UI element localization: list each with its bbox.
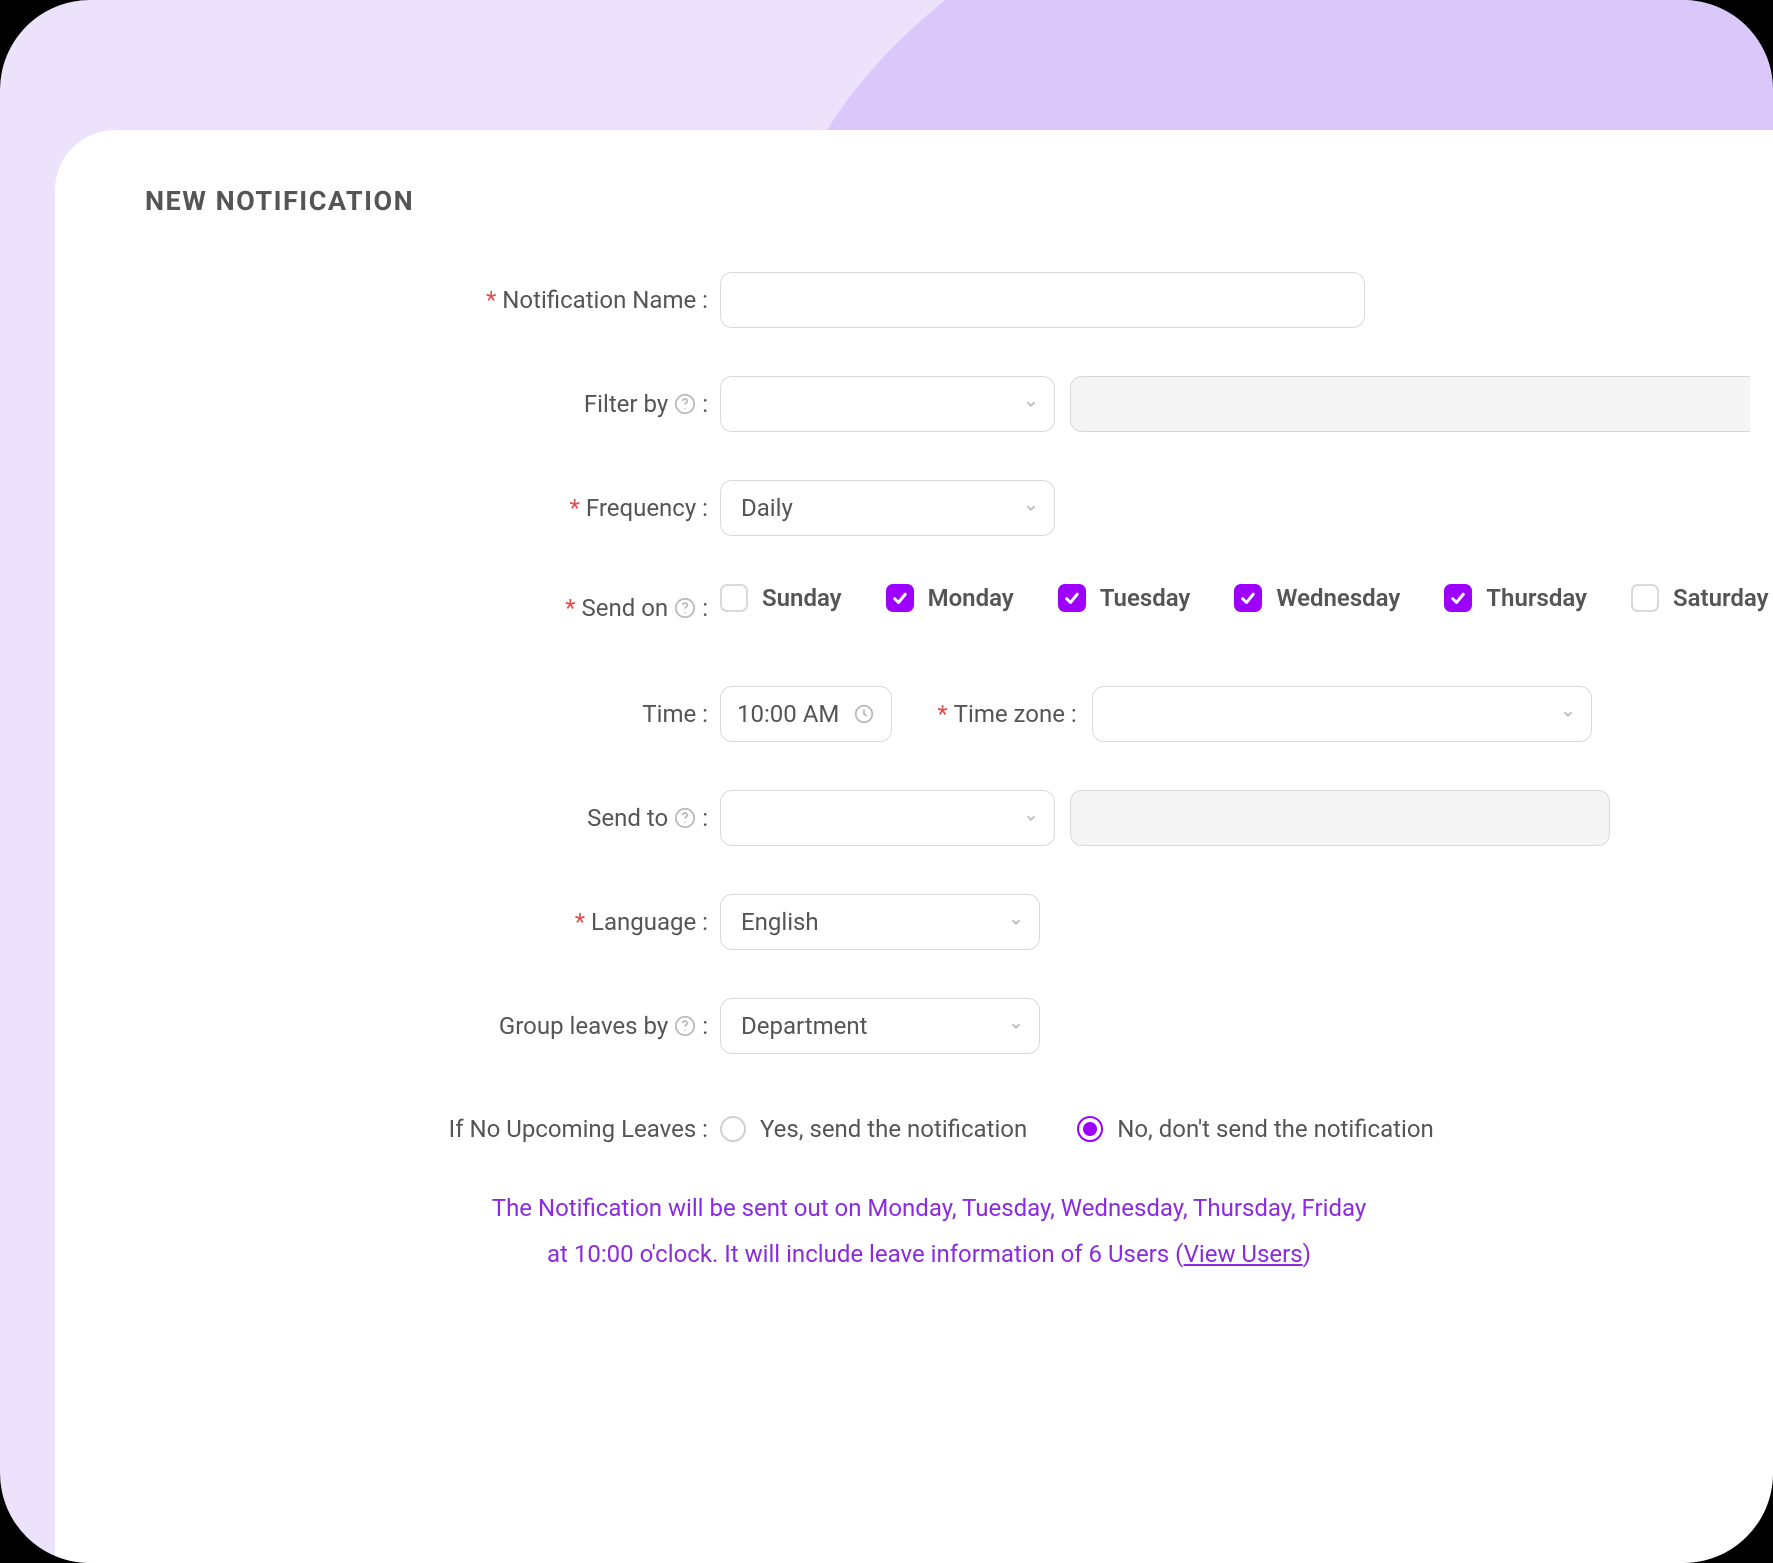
radio-icon (720, 1116, 746, 1142)
day-checkbox-wednesday[interactable]: Wednesday (1234, 584, 1400, 612)
send-to-value-display (1070, 790, 1610, 846)
required-mark: * (565, 594, 575, 622)
label-time: Time : (145, 700, 720, 728)
notification-summary: The Notification will be sent out on Mon… (145, 1186, 1773, 1277)
chevron-down-icon (1561, 707, 1575, 721)
label-send-on: * Send on : (145, 584, 720, 622)
time-input[interactable]: 10:00 AM (720, 686, 892, 742)
checkbox-icon (886, 584, 914, 612)
language-select[interactable]: English (720, 894, 1040, 950)
filter-by-value-display (1070, 376, 1750, 432)
day-checkbox-sunday[interactable]: Sunday (720, 584, 842, 612)
page-background: NEW NOTIFICATION * Notification Name : F… (0, 0, 1773, 1563)
day-checkbox-monday[interactable]: Monday (886, 584, 1014, 612)
checkbox-icon (1058, 584, 1086, 612)
day-checkbox-tuesday[interactable]: Tuesday (1058, 584, 1191, 612)
label-timezone: * Time zone : (937, 700, 1076, 728)
day-label: Wednesday (1276, 584, 1400, 612)
label-filter-by: Filter by : (145, 390, 720, 418)
help-icon[interactable] (674, 393, 696, 415)
notification-form: * Notification Name : Filter by (145, 272, 1773, 1277)
form-card: NEW NOTIFICATION * Notification Name : F… (55, 130, 1773, 1563)
filter-by-select[interactable] (720, 376, 1055, 432)
clock-icon (853, 703, 875, 725)
radio-icon (1077, 1116, 1103, 1142)
checkbox-icon (1631, 584, 1659, 612)
checkbox-icon (720, 584, 748, 612)
help-icon[interactable] (674, 807, 696, 829)
label-notification-name: * Notification Name : (145, 286, 720, 314)
day-label: Sunday (762, 584, 842, 612)
radio-yes-send[interactable]: Yes, send the notification (720, 1115, 1027, 1143)
help-icon[interactable] (674, 597, 696, 619)
day-checkbox-thursday[interactable]: Thursday (1444, 584, 1587, 612)
required-mark: * (570, 494, 580, 522)
day-label: Monday (928, 584, 1014, 612)
label-send-to: Send to : (145, 804, 720, 832)
help-icon[interactable] (674, 1015, 696, 1037)
chevron-down-icon (1024, 811, 1038, 825)
chevron-down-icon (1009, 915, 1023, 929)
day-checkbox-saturday[interactable]: Saturday (1631, 584, 1769, 612)
checkbox-icon (1234, 584, 1262, 612)
day-label: Thursday (1486, 584, 1587, 612)
day-label: Saturday (1673, 584, 1769, 612)
view-users-link[interactable]: View Users (1184, 1240, 1303, 1268)
frequency-select[interactable]: Daily (720, 480, 1055, 536)
label-frequency: * Frequency : (145, 494, 720, 522)
checkbox-icon (1444, 584, 1472, 612)
label-language: * Language : (145, 908, 720, 936)
chevron-down-icon (1024, 397, 1038, 411)
day-label: Tuesday (1100, 584, 1191, 612)
chevron-down-icon (1009, 1019, 1023, 1033)
notification-name-input[interactable] (720, 272, 1365, 328)
label-no-upcoming: If No Upcoming Leaves : (145, 1115, 720, 1143)
required-mark: * (575, 908, 585, 936)
timezone-select[interactable] (1092, 686, 1592, 742)
chevron-down-icon (1024, 501, 1038, 515)
send-to-select[interactable] (720, 790, 1055, 846)
required-mark: * (486, 286, 496, 314)
group-leaves-select[interactable]: Department (720, 998, 1040, 1054)
page-title: NEW NOTIFICATION (145, 185, 1773, 217)
label-group-leaves: Group leaves by : (145, 1012, 720, 1040)
radio-no-send[interactable]: No, don't send the notification (1077, 1115, 1434, 1143)
required-mark: * (937, 700, 947, 728)
